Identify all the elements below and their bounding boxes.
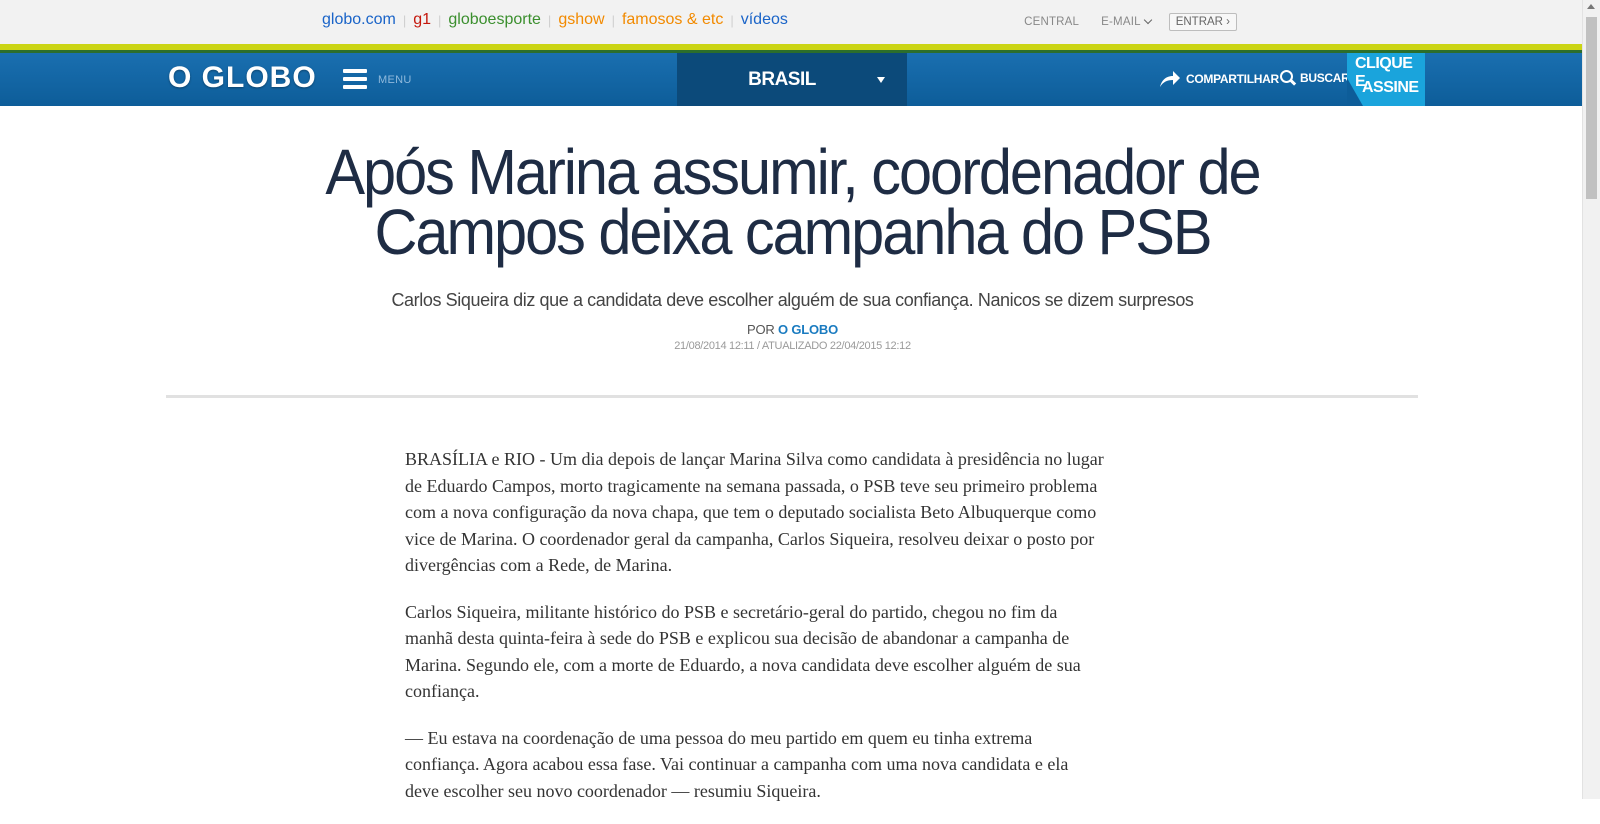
separator: | (438, 12, 442, 28)
article-paragraph: Carlos Siqueira, militante histórico do … (405, 601, 1081, 702)
network-links: globo.com | g1 | globoesporte | gshow | … (322, 11, 788, 29)
link-videos[interactable]: vídeos (741, 11, 788, 29)
article-body: BRASÍLIA e RIO - Um dia depois de lançar… (405, 446, 1105, 824)
link-famosos[interactable]: famosos & etc (622, 11, 723, 29)
byline-source-link[interactable]: O GLOBO (778, 322, 838, 337)
search-button[interactable]: BUSCAR (1280, 70, 1350, 86)
headline-line-2: Campos deixa campanha do PSB (374, 196, 1212, 268)
email-menu[interactable]: E-MAIL (1101, 15, 1152, 28)
search-icon (1280, 70, 1297, 86)
link-globo-com[interactable]: globo.com (322, 11, 396, 29)
login-button[interactable]: ENTRAR › (1168, 13, 1237, 31)
page-scrollbar[interactable] (1582, 0, 1600, 799)
article-paragraph: BRASÍLIA e RIO - Um dia depois de lançar… (405, 449, 1104, 575)
subscribe-button[interactable]: CLIQUE E ASSINE (1347, 53, 1425, 106)
search-label: BUSCAR (1300, 71, 1350, 85)
separator: | (402, 12, 407, 28)
link-globoesporte[interactable]: globoesporte (448, 11, 541, 29)
site-logo[interactable]: O GLOBO (168, 61, 317, 95)
account-links: CENTRAL E-MAIL ENTRAR › (1002, 13, 1237, 31)
headline-line-1: Após Marina assumir, coordenador de (325, 136, 1261, 208)
globo-top-bar: globo.com | g1 | globoesporte | gshow | … (0, 0, 1585, 44)
site-header: O GLOBO MENU BRASIL COMPARTILHAR BUSCAR … (0, 53, 1585, 106)
subscribe-line2: ASSINE (1362, 79, 1419, 96)
separator: | (730, 12, 734, 28)
share-arrow-icon (1160, 71, 1180, 87)
article-headline: Após Marina assumir, coordenador de Camp… (55, 136, 1529, 268)
menu-label[interactable]: MENU (378, 74, 412, 86)
article-subtitle: Carlos Siqueira diz que a candidata deve… (391, 290, 1194, 310)
byline-prefix: POR (747, 322, 775, 337)
byline: POR O GLOBO (0, 322, 1585, 337)
hamburger-menu-icon[interactable] (343, 69, 367, 89)
header-divider (166, 395, 1418, 398)
scrollbar-thumb[interactable] (1586, 17, 1597, 199)
central-link[interactable]: CENTRAL (1024, 16, 1079, 28)
caret-down-icon (877, 77, 885, 83)
link-g1[interactable]: g1 (413, 11, 431, 29)
link-gshow[interactable]: gshow (558, 11, 604, 29)
section-label: BRASIL (748, 69, 816, 90)
chevron-down-icon (1143, 15, 1152, 25)
separator: | (547, 12, 552, 28)
section-selector[interactable]: BRASIL (677, 53, 907, 106)
article-paragraph: — Eu estava na coordenação de uma pessoa… (405, 727, 1069, 801)
share-button[interactable]: COMPARTILHAR (1159, 70, 1279, 88)
separator: | (611, 12, 615, 28)
email-label: E-MAIL (1101, 16, 1141, 28)
article-date: 21/08/2014 12:11 / ATUALIZADO 22/04/2015… (674, 340, 911, 352)
scroll-up-icon[interactable] (1587, 4, 1595, 9)
share-label: COMPARTILHAR (1186, 72, 1279, 86)
